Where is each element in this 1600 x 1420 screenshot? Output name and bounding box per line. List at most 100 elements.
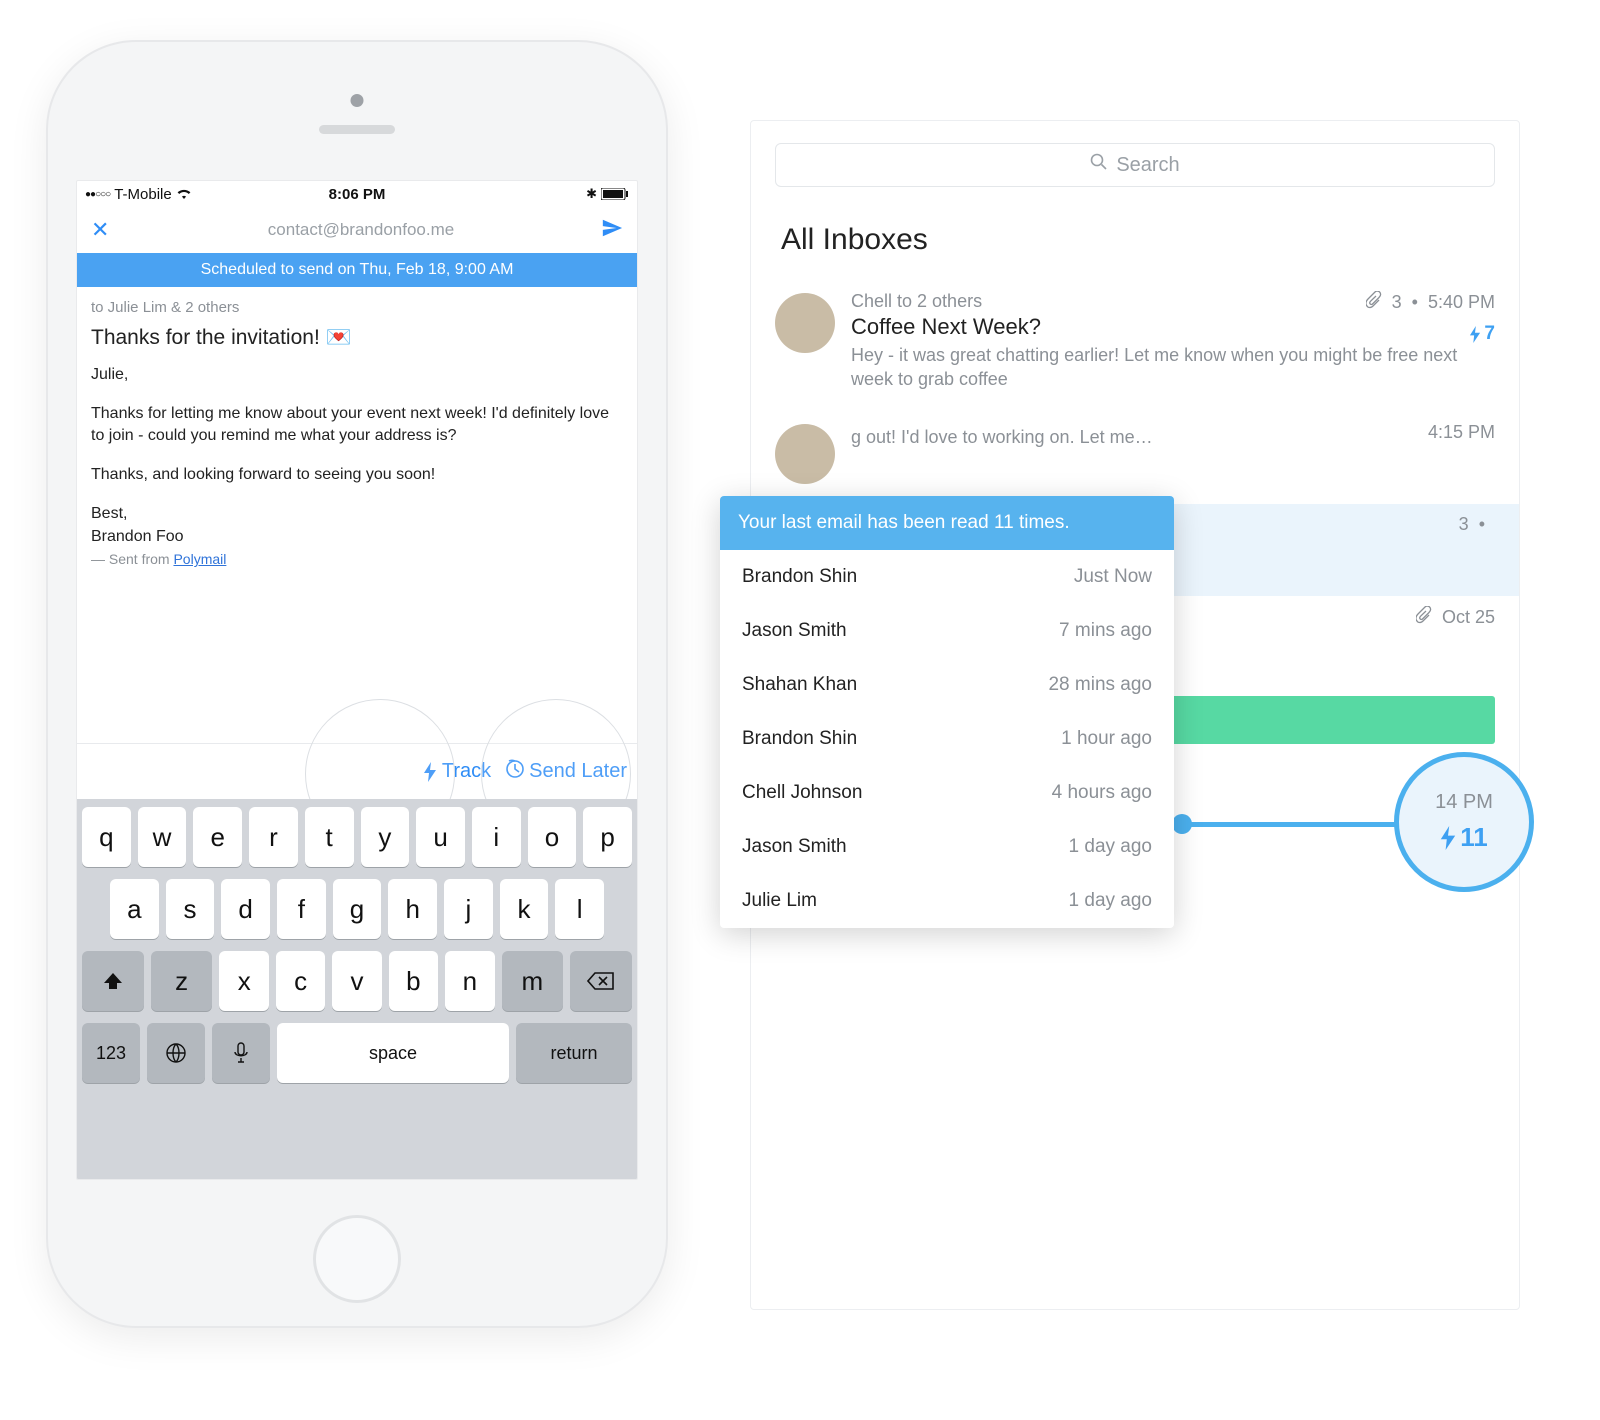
keyboard-row: zxcvbnm [82,951,632,1011]
key-i[interactable]: i [472,807,521,867]
keyboard-row: asdfghjkl [82,879,632,939]
space-key[interactable]: space [277,1023,509,1083]
key-r[interactable]: r [249,807,298,867]
thread-read-count: 7 [1469,323,1495,345]
send-button[interactable] [601,217,623,244]
track-label: Track [442,760,491,783]
to-field[interactable]: to Julie Lim & 2 others [77,287,637,320]
close-button[interactable]: ✕ [91,217,121,243]
thread-subject: Coffee Next Week? [851,314,1495,340]
clock-icon [505,759,525,785]
key-s[interactable]: s [166,879,215,939]
compose-action-row: Track Send Later [77,743,637,799]
key-h[interactable]: h [388,879,437,939]
subject-field[interactable]: Thanks for the invitation! 💌 [77,320,637,364]
key-w[interactable]: w [138,807,187,867]
key-q[interactable]: q [82,807,131,867]
iphone-frame: ●●○○○ T-Mobile 8:06 PM ✱ ✕ contact@brand… [46,40,668,1328]
signature-prefix: — Sent from [91,551,173,567]
popover-row[interactable]: Brandon Shin 1 hour ago [720,712,1174,766]
key-f[interactable]: f [277,879,326,939]
thread-time: Oct 25 [1442,607,1495,628]
key-d[interactable]: d [221,879,270,939]
status-time: 8:06 PM [266,186,447,203]
bluetooth-icon: ✱ [586,186,597,202]
key-z[interactable]: z [151,951,213,1011]
thread-row[interactable]: g out! I'd love to working on. Let me… 4… [751,412,1519,504]
numbers-key[interactable]: 123 [82,1023,140,1083]
thread-meta: 4:15 PM [1428,422,1495,443]
popover-row[interactable]: Jason Smith 7 mins ago [720,604,1174,658]
thread-preview: g out! I'd love to working on. Let me… [851,425,1495,449]
popover-row[interactable]: Brandon Shin Just Now [720,550,1174,604]
popover-row[interactable]: Shahan Khan 28 mins ago [720,658,1174,712]
signoff-2: Brandon Foo [91,528,184,545]
lightning-icon [422,762,438,782]
key-k[interactable]: k [500,879,549,939]
schedule-banner[interactable]: Scheduled to send on Thu, Feb 18, 9:00 A… [77,253,637,287]
track-button[interactable]: Track [422,760,491,783]
key-g[interactable]: g [333,879,382,939]
thread-time: 4:15 PM [1428,422,1495,443]
reader-name: Jason Smith [742,836,847,858]
body-para2: Thanks, and looking forward to seeing yo… [91,464,623,487]
key-x[interactable]: x [219,951,268,1011]
search-input[interactable]: Search [775,143,1495,187]
key-u[interactable]: u [416,807,465,867]
body-greeting: Julie, [91,364,623,387]
reader-name: Shahan Khan [742,674,857,696]
popover-row[interactable]: Julie Lim 1 day ago [720,874,1174,928]
key-e[interactable]: e [193,807,242,867]
read-time: Just Now [1074,566,1152,588]
lightning-icon [1440,826,1456,850]
key-y[interactable]: y [361,807,410,867]
key-m[interactable]: m [502,951,564,1011]
thread-time: 5:40 PM [1428,292,1495,313]
key-p[interactable]: p [583,807,632,867]
ring-count: 11 [1460,822,1488,853]
reader-name: Chell Johnson [742,782,862,804]
home-button[interactable] [313,1215,401,1303]
from-address[interactable]: contact@brandonfoo.me [121,220,601,240]
reader-name: Brandon Shin [742,728,857,750]
ios-keyboard[interactable]: qwertyuiop asdfghjkl zxcvbnm 123 [77,799,637,1179]
popover-row[interactable]: Chell Johnson 4 hours ago [720,766,1174,820]
avatar [775,424,835,484]
status-bar: ●●○○○ T-Mobile 8:06 PM ✱ [77,181,637,207]
backspace-key[interactable] [570,951,632,1011]
key-t[interactable]: t [305,807,354,867]
mic-key[interactable] [212,1023,270,1083]
send-later-button[interactable]: Send Later [505,759,627,785]
thread-count: 3 [1459,514,1469,535]
globe-key[interactable] [147,1023,205,1083]
reader-name: Jason Smith [742,620,847,642]
avatar [775,293,835,353]
thread-row[interactable]: Chell to 2 others Coffee Next Week? Hey … [751,281,1519,412]
signature-link[interactable]: Polymail [173,551,226,567]
reader-name: Julie Lim [742,890,817,912]
signal-dots-icon: ●●○○○ [85,189,110,200]
key-a[interactable]: a [110,879,159,939]
ring-time-fragment: 14 PM [1435,791,1493,814]
paperclip-icon [1416,606,1432,629]
thread-count: 3 [1392,292,1402,313]
key-b[interactable]: b [389,951,438,1011]
reader-name: Brandon Shin [742,566,857,588]
read-popover: Your last email has been read 11 times. … [720,496,1174,928]
search-placeholder: Search [1116,154,1179,177]
phone-speaker [319,125,395,134]
key-l[interactable]: l [555,879,604,939]
key-v[interactable]: v [332,951,381,1011]
key-n[interactable]: n [445,951,494,1011]
popover-row[interactable]: Jason Smith 1 day ago [720,820,1174,874]
key-c[interactable]: c [276,951,325,1011]
key-j[interactable]: j [444,879,493,939]
thread-preview: Hey - it was great chatting earlier! Let… [851,343,1495,392]
callout-line [1180,822,1400,827]
shift-key[interactable] [82,951,144,1011]
return-key[interactable]: return [516,1023,632,1083]
thread-meta: Oct 25 [1416,606,1495,629]
compose-body[interactable]: Julie, Thanks for letting me know about … [77,364,637,570]
key-o[interactable]: o [528,807,577,867]
callout-ring: 14 PM 11 [1394,752,1534,892]
